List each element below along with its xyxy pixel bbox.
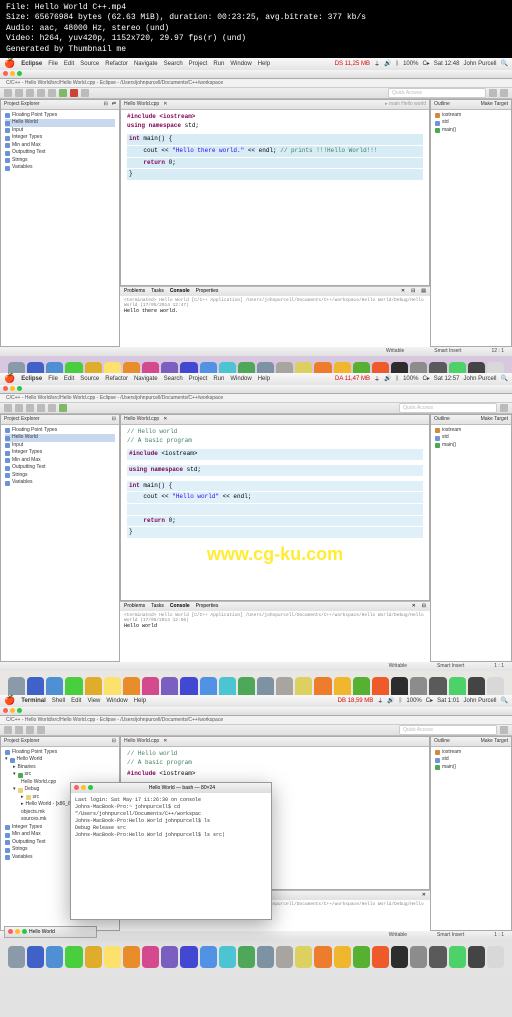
zoom-icon[interactable]	[17, 71, 22, 76]
dock-app-icon[interactable]	[353, 946, 370, 968]
workbench: Project Explorer⊟⇄ Floating Point Types …	[0, 99, 512, 347]
dock-app-icon[interactable]	[65, 946, 82, 968]
minimize-icon[interactable]	[10, 71, 15, 76]
breadcrumb: C/C++ - Hello World/src/Hello World.cpp …	[0, 79, 512, 88]
tasks-tab[interactable]: Tasks	[151, 288, 164, 294]
minimized-window[interactable]: Hello World	[4, 926, 97, 938]
close-icon[interactable]	[3, 71, 8, 76]
quick-access[interactable]: Quick Access	[388, 88, 486, 98]
dock-app-icon[interactable]	[180, 946, 197, 968]
screenshot-2: 🍎 Eclipse File Edit Source Refactor Navi…	[0, 373, 512, 695]
dock-app-icon[interactable]	[142, 946, 159, 968]
dock-app-icon[interactable]	[85, 946, 102, 968]
dock-app-icon[interactable]	[487, 946, 504, 968]
dock-app-icon[interactable]	[449, 946, 466, 968]
volume-icon[interactable]: 🔊	[384, 60, 391, 67]
dock-app-icon[interactable]	[372, 946, 389, 968]
dock-app-icon[interactable]	[27, 946, 44, 968]
status-bar: WritableSmart Insert12 : 1	[0, 347, 512, 356]
screenshot-3: 🍎 Terminal Shell Edit View Window Help D…	[0, 695, 512, 1017]
dock-app-icon[interactable]	[123, 946, 140, 968]
problems-tab[interactable]: Problems	[124, 288, 145, 294]
eclipse-window: C/C++ - Hello World/src/Hello World.cpp …	[0, 70, 512, 356]
dock-app-icon[interactable]	[257, 946, 274, 968]
dock-app-icon[interactable]	[8, 946, 25, 968]
dock-app-icon[interactable]	[314, 946, 331, 968]
outline-view[interactable]: OutlineMake Target iostream std main()	[430, 99, 512, 347]
dock-app-icon[interactable]	[161, 946, 178, 968]
properties-tab[interactable]: Properties	[196, 288, 219, 294]
dock-app-icon[interactable]	[104, 946, 121, 968]
dock-app-icon[interactable]	[468, 946, 485, 968]
project-explorer-view[interactable]: Project Explorer⊟⇄ Floating Point Types …	[0, 99, 120, 347]
console-view[interactable]: Problems Tasks Console Properties ✕⊟▤ <t…	[120, 286, 430, 347]
app-menu[interactable]: Eclipse	[21, 61, 42, 67]
editor-area: Hello World.cpp✕▸ main Hello world #incl…	[120, 99, 430, 347]
toolbar[interactable]: Quick Access	[0, 88, 512, 99]
menu-file[interactable]: File	[48, 61, 58, 67]
wifi-icon[interactable]: ⏚	[374, 59, 380, 68]
screenshot-1: 🍎 Eclipse File Edit Source Refactor Navi…	[0, 58, 512, 373]
spotlight-icon[interactable]: 🔍	[501, 60, 508, 67]
link-icon[interactable]: ⇄	[112, 101, 116, 107]
console-tab[interactable]: Console	[170, 288, 190, 294]
dock-app-icon[interactable]	[429, 946, 446, 968]
dock-app-icon[interactable]	[219, 946, 236, 968]
dock-app-icon[interactable]	[276, 946, 293, 968]
mac-menubar[interactable]: 🍎 Eclipse File Edit Source Refactor Navi…	[0, 58, 512, 70]
dock-app-icon[interactable]	[295, 946, 312, 968]
dock-app-icon[interactable]	[391, 946, 408, 968]
code-editor[interactable]: #include <iostream> using namespace std;…	[121, 110, 429, 285]
tab-close-icon[interactable]: ✕	[163, 101, 167, 107]
dock-app-icon[interactable]	[200, 946, 217, 968]
status-icons: DS 11,25 MB ⏚ 🔊 ᛒ 100% C▸ Sat 12:48 John…	[335, 59, 508, 68]
dock-app-icon[interactable]	[410, 946, 427, 968]
collapse-icon[interactable]: ⊟	[104, 101, 108, 107]
video-metadata: File: Hello World C++.mp4 Size: 65676984…	[0, 0, 512, 58]
editor-tab[interactable]: Hello World.cpp	[124, 101, 159, 107]
project-explorer-tab[interactable]: Project Explorer	[4, 101, 40, 107]
terminal-output[interactable]: Last login: Sat May 17 11:26:30 on conso…	[71, 793, 271, 919]
dock-app-icon[interactable]	[334, 946, 351, 968]
apple-icon[interactable]: 🍎	[4, 58, 15, 69]
window-titlebar[interactable]	[0, 70, 512, 79]
menu-edit[interactable]: Edit	[64, 61, 74, 67]
bluetooth-icon[interactable]: ᛒ	[395, 61, 399, 67]
dock-app-icon[interactable]	[238, 946, 255, 968]
terminal-window[interactable]: Hello World — bash — 80×24 Last login: S…	[70, 782, 272, 920]
dock-app-icon[interactable]	[46, 946, 63, 968]
